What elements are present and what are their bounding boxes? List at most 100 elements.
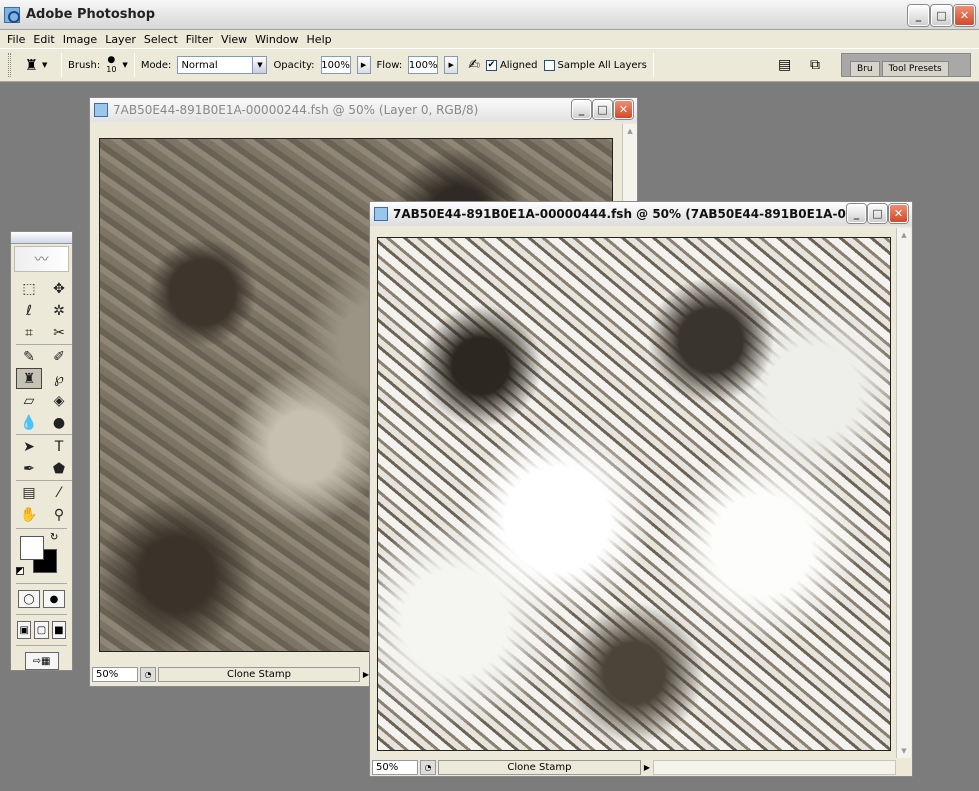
scroll-down-icon[interactable]: ▼	[897, 744, 911, 758]
doc2-canvas[interactable]	[377, 237, 891, 751]
airbrush-icon[interactable]: ✍	[468, 57, 480, 73]
menu-select[interactable]: Select	[140, 33, 182, 46]
adobe-online-feather-icon[interactable]: 〰	[14, 246, 69, 272]
chevron-down-icon: ▼	[252, 57, 267, 73]
move-tool-icon[interactable]: ✥	[46, 278, 72, 299]
menu-window[interactable]: Window	[251, 33, 302, 46]
slice-tool-icon[interactable]: ✂	[46, 322, 72, 343]
notes-tool-icon[interactable]: ▤	[16, 482, 42, 503]
color-swatches: ↻	[16, 532, 67, 580]
palette-tab-tool-presets[interactable]: Tool Presets	[881, 61, 949, 76]
status-menu-arrow-icon[interactable]: ▶	[641, 760, 653, 775]
doc1-title-bar[interactable]: 7AB50E44-891B0E1A-00000244.fsh @ 50% (La…	[90, 98, 637, 122]
swap-colors-icon[interactable]: ↻	[50, 532, 58, 543]
status-info-icon[interactable]: ◔	[420, 760, 436, 775]
brush-size: 10	[106, 65, 117, 74]
hand-tool-icon[interactable]: ✋	[16, 504, 42, 525]
magic-wand-tool-icon[interactable]: ✲	[46, 300, 72, 321]
standard-mode-button[interactable]: ◯	[18, 590, 40, 608]
palette-tab-brushes[interactable]: Bru	[850, 61, 880, 76]
crop-tool-icon[interactable]: ⌗	[16, 322, 42, 343]
options-grip[interactable]	[8, 53, 11, 77]
brush-label: Brush:	[68, 59, 101, 71]
doc1-status-bar: 50% ◔ Clone Stamp ▶	[92, 666, 372, 683]
doc2-title: 7AB50E44-891B0E1A-00000444.fsh @ 50% (7A…	[393, 207, 860, 221]
menu-image[interactable]: Image	[59, 33, 101, 46]
jump-to-imageready-row: ⇨▦	[11, 649, 72, 673]
doc2-title-bar[interactable]: 7AB50E44-891B0E1A-00000444.fsh @ 50% (7A…	[370, 202, 912, 226]
menu-edit[interactable]: Edit	[29, 33, 58, 46]
app-title-bar: Adobe Photoshop _ □ ✕	[0, 0, 979, 30]
flow-label: Flow:	[376, 59, 403, 71]
foreground-color-swatch[interactable]	[20, 536, 44, 560]
menu-file[interactable]: File	[3, 33, 29, 46]
tool-preset-picker[interactable]: ♜ ▼	[17, 52, 55, 78]
jump-to-imageready-button[interactable]: ⇨▦	[24, 652, 59, 670]
quick-mask-mode-button[interactable]: ●	[43, 590, 65, 608]
eraser-tool-icon[interactable]: ▱	[16, 390, 42, 411]
paint-bucket-tool-icon[interactable]: ◈	[46, 390, 72, 411]
doc1-status-info: Clone Stamp	[158, 667, 360, 682]
opacity-slider-button[interactable]: ▶	[356, 56, 371, 74]
doc2-horizontal-scrollbar[interactable]	[652, 760, 896, 775]
blur-tool-icon[interactable]: 💧	[16, 412, 42, 433]
app-maximize-button[interactable]: □	[931, 5, 952, 26]
tool-grid: ⬚ ✥ ℓ ✲ ⌗ ✂ ✎ ✐ ♜ ℘ ▱ ◈ 💧 ● ➤ T ✒ ⬟ ▤ ⁄ ✋ ⚲	[11, 274, 72, 525]
scroll-up-icon[interactable]: ▲	[623, 124, 637, 138]
brush-tool-icon[interactable]: ✐	[46, 346, 72, 367]
history-brush-tool-icon[interactable]: ℘	[46, 368, 72, 389]
opacity-input[interactable]: 100%	[320, 56, 351, 74]
eyedropper-tool-icon[interactable]: ⁄	[46, 482, 72, 503]
doc2-close-button[interactable]: ✕	[889, 204, 908, 223]
palette-well: Bru Tool Presets	[841, 53, 971, 77]
quick-mask-row: ◯ ●	[11, 587, 72, 611]
full-screen-menu-mode-button[interactable]: ▢	[34, 621, 49, 639]
sample-all-layers-checkbox[interactable]: Sample All Layers	[543, 59, 647, 71]
toolbox: 〰 ⬚ ✥ ℓ ✲ ⌗ ✂ ✎ ✐ ♜ ℘ ▱ ◈ 💧 ● ➤ T ✒ ⬟ ▤ ⁄ ✋ ⚲ ↻ ◯ ● ▣ ▢ ■ ⇨▦	[10, 231, 73, 671]
doc1-zoom-field[interactable]: 50%	[92, 667, 138, 682]
path-select-tool-icon[interactable]: ➤	[16, 436, 42, 457]
opacity-label: Opacity:	[273, 59, 315, 71]
clone-stamp-icon: ♜	[24, 56, 39, 74]
toolbox-title-bar[interactable]	[11, 232, 72, 244]
menu-filter[interactable]: Filter	[182, 33, 217, 46]
mode-select[interactable]: Normal ▼	[177, 56, 268, 74]
clone-stamp-tool-icon[interactable]: ♜	[16, 368, 42, 389]
menu-layer[interactable]: Layer	[101, 33, 140, 46]
document-icon	[94, 103, 108, 117]
menu-help[interactable]: Help	[303, 33, 336, 46]
aligned-checkbox[interactable]: ✔ Aligned	[485, 59, 538, 71]
screen-mode-row: ▣ ▢ ■	[11, 618, 72, 642]
full-screen-mode-button[interactable]: ■	[51, 621, 66, 639]
brush-dot-icon: ●	[107, 55, 116, 65]
shape-tool-icon[interactable]: ⬟	[46, 458, 72, 479]
app-close-button[interactable]: ✕	[954, 5, 975, 26]
brush-picker[interactable]: ● 10 ▼	[106, 55, 128, 75]
doc2-zoom-field[interactable]: 50%	[372, 760, 418, 775]
doc2-minimize-button[interactable]: _	[847, 204, 866, 223]
standard-screen-mode-button[interactable]: ▣	[17, 621, 32, 639]
default-colors-icon[interactable]	[16, 567, 24, 575]
doc1-maximize-button[interactable]: □	[593, 100, 612, 119]
file-browser-icon[interactable]: ▤	[778, 57, 791, 73]
doc1-close-button[interactable]: ✕	[614, 100, 633, 119]
status-info-icon[interactable]: ◔	[140, 667, 156, 682]
scroll-up-icon[interactable]: ▲	[897, 228, 911, 242]
type-tool-icon[interactable]: T	[46, 436, 72, 457]
pen-tool-icon[interactable]: ✒	[16, 458, 42, 479]
app-minimize-button[interactable]: _	[908, 5, 929, 26]
mode-label: Mode:	[140, 59, 172, 71]
lasso-tool-icon[interactable]: ℓ	[16, 300, 42, 321]
menu-view[interactable]: View	[217, 33, 251, 46]
doc1-minimize-button[interactable]: _	[572, 100, 591, 119]
flow-slider-button[interactable]: ▶	[444, 56, 459, 74]
document-icon	[374, 207, 388, 221]
dodge-tool-icon[interactable]: ●	[46, 412, 72, 433]
doc2-maximize-button[interactable]: □	[868, 204, 887, 223]
zoom-tool-icon[interactable]: ⚲	[46, 504, 72, 525]
healing-brush-tool-icon[interactable]: ✎	[16, 346, 42, 367]
palette-toggle-icon[interactable]: ⧉	[810, 57, 820, 73]
doc2-vertical-scrollbar[interactable]: ▲ ▼	[896, 228, 911, 758]
flow-input[interactable]: 100%	[408, 56, 439, 74]
marquee-tool-icon[interactable]: ⬚	[16, 278, 42, 299]
